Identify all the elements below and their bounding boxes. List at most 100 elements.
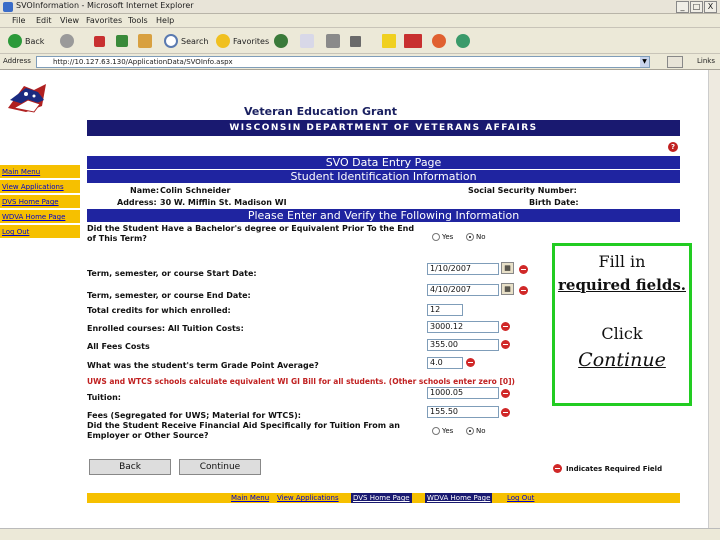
minimize-button[interactable]: _	[676, 1, 689, 13]
forward-arrow-icon	[60, 34, 74, 48]
nav-view-applications[interactable]: View Applications	[0, 180, 80, 194]
instruction-callout: Fill in required fields. Click Continue	[552, 243, 692, 406]
research-button[interactable]	[404, 32, 425, 50]
department-banner: WISCONSIN DEPARTMENT OF VETERANS AFFAIRS	[87, 120, 680, 136]
discuss-button[interactable]	[382, 32, 399, 50]
bottom-nav-log-out[interactable]: Log Out	[505, 493, 536, 503]
forward-button[interactable]	[60, 32, 77, 50]
vertical-scrollbar[interactable]	[708, 70, 720, 528]
maximize-button[interactable]: □	[690, 1, 703, 13]
refresh-icon	[116, 35, 128, 47]
menu-favorites[interactable]: Favorites	[86, 16, 122, 25]
home-icon	[138, 34, 152, 48]
bachelor-no-label: No	[476, 233, 486, 241]
callout-line-3: Click	[601, 324, 643, 343]
help-icon[interactable]: ?	[668, 142, 678, 152]
credits-input[interactable]: 12	[427, 304, 463, 316]
menu-file[interactable]: File	[12, 16, 25, 25]
segregated-fees-input[interactable]: 155.50	[427, 406, 499, 418]
print-button[interactable]	[326, 32, 343, 50]
menu-view[interactable]: View	[60, 16, 79, 25]
ssn-label: Social Security Number:	[468, 186, 577, 195]
required-icon	[501, 322, 510, 331]
bottom-nav-view-applications[interactable]: View Applications	[275, 493, 341, 503]
print-icon	[326, 34, 340, 48]
bachelor-yes-label: Yes	[442, 233, 454, 241]
links-label[interactable]: Links	[697, 57, 715, 65]
callout-line-2: required fields.	[558, 276, 686, 294]
dropdown-arrow-icon[interactable]: ▼	[640, 57, 649, 67]
back-button[interactable]: Back	[8, 32, 44, 50]
close-button[interactable]: X	[704, 1, 717, 13]
bottom-nav: Main Menu View Applications DVS Home Pag…	[87, 493, 680, 503]
required-icon	[519, 265, 528, 274]
bachelor-no-radio[interactable]	[466, 233, 474, 241]
enrolled-costs-label: Enrolled courses: All Tuition Costs:	[87, 324, 244, 333]
search-button[interactable]: Search	[164, 32, 208, 50]
required-icon	[501, 408, 510, 417]
menu-help[interactable]: Help	[156, 16, 174, 25]
note-icon	[382, 34, 396, 48]
menu-tools[interactable]: Tools	[128, 16, 148, 25]
star-icon	[216, 34, 230, 48]
mail-button[interactable]	[300, 32, 317, 50]
ie-icon	[3, 2, 13, 12]
birth-date-label: Birth Date:	[529, 198, 579, 207]
wdva-logo-icon	[8, 84, 46, 113]
window-title: SVOInformation - Microsoft Internet Expl…	[16, 1, 194, 10]
continue-button[interactable]: Continue	[179, 459, 261, 475]
home-button[interactable]	[138, 32, 155, 50]
left-nav: Main Menu View Applications DVS Home Pag…	[0, 165, 80, 240]
end-date-input[interactable]: 4/10/2007	[427, 284, 499, 296]
aid-no-label: No	[476, 427, 486, 435]
menu-edit[interactable]: Edit	[36, 16, 52, 25]
start-date-input[interactable]: 1/10/2007	[427, 263, 499, 275]
tuition-input[interactable]: 1000.05	[427, 387, 499, 399]
required-icon	[501, 340, 510, 349]
users-icon	[456, 34, 470, 48]
research-icon	[404, 34, 422, 48]
edit-button[interactable]	[350, 32, 364, 50]
address-input[interactable]: http://10.127.63.130/ApplicationData/SVO…	[36, 56, 650, 68]
address-bar: Address http://10.127.63.130/Application…	[0, 54, 720, 70]
aid-no-radio[interactable]	[466, 427, 474, 435]
bottom-nav-main-menu[interactable]: Main Menu	[229, 493, 271, 503]
required-icon	[466, 358, 475, 367]
users-button[interactable]	[456, 32, 473, 50]
address-value: 30 W. Mifflin St. Madison WI	[160, 198, 287, 207]
refresh-button[interactable]	[116, 32, 131, 50]
nav-wdva-home[interactable]: WDVA Home Page	[0, 210, 80, 224]
required-icon	[553, 464, 562, 473]
bachelor-question: Did the Student Have a Bachelor's degree…	[87, 224, 415, 243]
end-date-label: Term, semester, or course End Date:	[87, 291, 251, 300]
go-button[interactable]	[667, 56, 683, 68]
messenger-button[interactable]	[432, 32, 449, 50]
svo-header: SVO Data Entry Page	[87, 156, 680, 169]
nav-log-out[interactable]: Log Out	[0, 225, 80, 239]
stop-button[interactable]	[94, 32, 108, 50]
back-arrow-icon	[8, 34, 22, 48]
bottom-nav-wdva-home[interactable]: WDVA Home Page	[425, 493, 493, 503]
history-button[interactable]	[274, 32, 291, 50]
favorites-button[interactable]: Favorites	[216, 32, 269, 50]
segregated-fees-label: Fees (Segregated for UWS; Material for W…	[87, 411, 301, 420]
calendar-icon[interactable]: ▦	[501, 262, 514, 274]
tuition-label: Tuition:	[87, 393, 121, 402]
back-form-button[interactable]: Back	[89, 459, 171, 475]
fees-costs-input[interactable]: 355.00	[427, 339, 499, 351]
calendar-icon[interactable]: ▦	[501, 283, 514, 295]
enrolled-costs-input[interactable]: 3000.12	[427, 321, 499, 333]
fees-costs-label: All Fees Costs	[87, 342, 150, 351]
stop-icon	[94, 35, 105, 47]
aid-yes-radio[interactable]	[432, 427, 440, 435]
name-label: Name:	[130, 186, 160, 195]
gpa-label: What was the student's term Grade Point …	[87, 361, 319, 370]
nav-main-menu[interactable]: Main Menu	[0, 165, 80, 179]
gpa-input[interactable]: 4.0	[427, 357, 463, 369]
menu-bar: File Edit View Favorites Tools Help	[0, 14, 720, 28]
bachelor-yes-radio[interactable]	[432, 233, 440, 241]
required-icon	[519, 286, 528, 295]
bottom-nav-dvs-home[interactable]: DVS Home Page	[351, 493, 412, 503]
aid-yes-label: Yes	[442, 427, 454, 435]
nav-dvs-home[interactable]: DVS Home Page	[0, 195, 80, 209]
